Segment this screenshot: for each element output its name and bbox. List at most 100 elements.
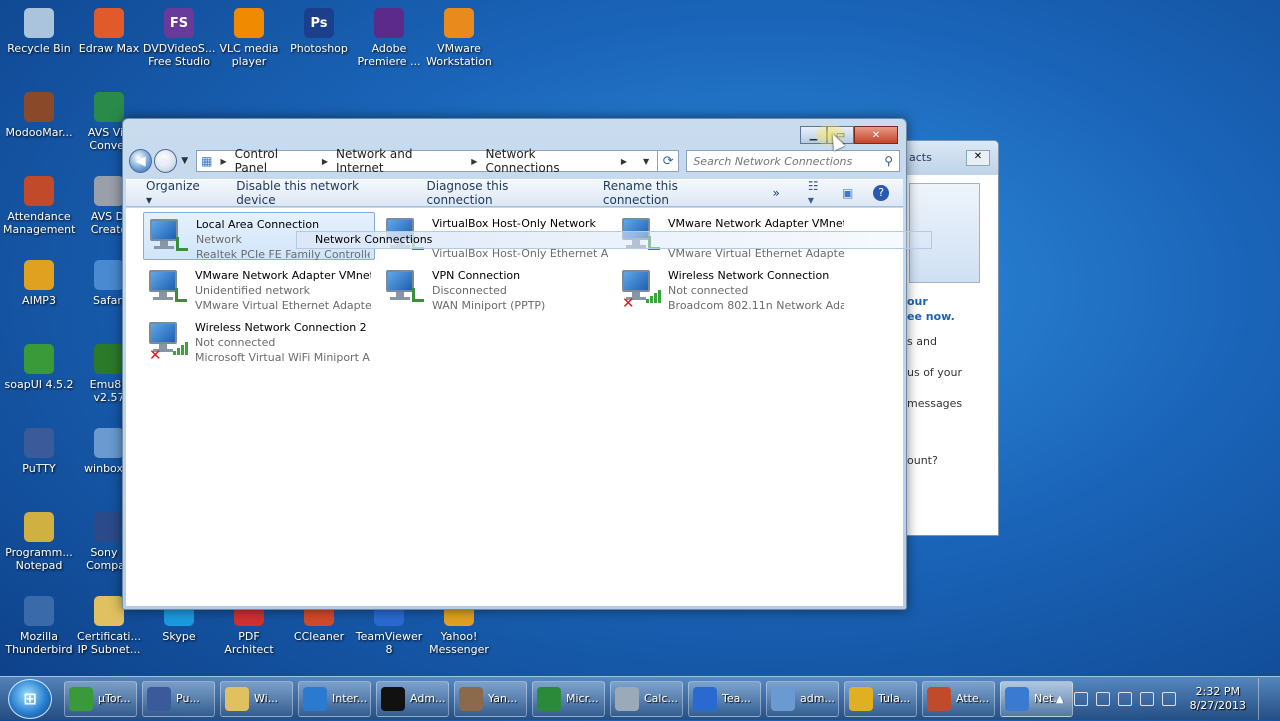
disable-device-button[interactable]: Disable this network device [236,179,398,207]
connection-item[interactable]: ✕ Wireless Network Connection Not connecte… [616,264,848,312]
refresh-button[interactable]: ⟳ [658,150,680,172]
taskbar-button[interactable]: Wi... [220,680,293,717]
rename-button[interactable]: Rename this connection [603,179,745,207]
clock-date: 8/27/2013 [1189,699,1246,712]
desktop-icon[interactable]: VMware Workstation [423,8,495,68]
desktop-icon-label: PDF Architect [224,630,274,656]
desktop-icon[interactable]: Adobe Premiere ... [353,8,425,68]
connection-status: Not connected [195,336,276,349]
taskbar-button[interactable]: µTor... [64,680,137,717]
chevron-right-icon[interactable]: ▶ [322,157,328,166]
chevron-down-icon[interactable]: ▼ [643,157,649,166]
desktop-icon[interactable]: soapUI 4.5.2 [3,344,75,391]
taskbar-button[interactable]: Micr... [532,680,605,717]
connection-device: Realtek PCIe FE Family Controller [196,248,370,261]
network-connections-window[interactable]: ▁ ▭ ✕ ◀ ▶ ▼ ▦ ▶ Control Panel ▶ Network … [122,118,907,610]
safari-icon [94,260,124,290]
tray-app-icon[interactable] [1073,692,1088,706]
desktop-icon[interactable]: ModooMar... [3,92,75,139]
background-window[interactable]: acts ✕ our ee now. s and us of your mess… [900,140,999,536]
putty-icon [147,686,171,711]
connection-name: VirtualBox Host-Only Network [432,217,596,230]
network-adapter-icon [148,217,190,257]
taskbar-button-label: Adm... [410,692,446,705]
connection-item[interactable]: ✕ Wireless Network Connection 2 Not connec… [143,316,375,364]
breadcrumb-item[interactable]: Network Connections [485,147,612,175]
action-center-flag-icon[interactable] [1161,692,1176,706]
desktop-icon[interactable]: Edraw Max [73,8,145,55]
tray-app-icon[interactable] [1095,692,1110,706]
desktop-icon[interactable]: AIMP3 [3,260,75,307]
close-button[interactable]: ✕ [854,126,898,144]
close-icon[interactable]: ✕ [966,150,990,166]
desktop-icon[interactable]: Recycle Bin [3,8,75,55]
attendance-icon [24,176,54,206]
desktop-icon-label: Adobe Premiere ... [357,42,421,68]
bg-text-line: ee now. [907,310,955,323]
desktop-icon[interactable]: VLC media player [213,8,285,68]
desktop-icon[interactable]: Mozilla Thunderbird [3,596,75,656]
network-tray-icon[interactable] [1117,692,1132,706]
taskbar-button[interactable]: adm... [766,680,839,717]
taskbar-button[interactable]: Tula... [844,680,917,717]
soapui-icon [24,344,54,374]
connection-item[interactable]: VMware Network Adapter VMnet8 Unidentifie… [143,264,375,312]
taskbar-button[interactable]: Tea... [688,680,761,717]
desktop-icon-label: TeamViewer 8 [355,630,423,656]
connection-device: VMware Virtual Ethernet Adapter ... [195,299,371,312]
search-box[interactable]: ⚲ [686,150,900,172]
avs-disc-icon [94,176,124,206]
recent-pages-icon[interactable]: ▼ [181,156,188,166]
taskbar-button[interactable]: Pu... [142,680,215,717]
bg-text-line: us of your [907,366,963,379]
back-button[interactable]: ◀ [129,149,153,173]
vlc-icon [234,8,264,38]
taskbar-button-label: Tea... [722,692,751,705]
desktop-icon-label: DVDVideoS... Free Studio [143,42,216,68]
desktop-icon[interactable]: Programm... Notepad [3,512,75,572]
desktop-icon-label: Programm... Notepad [5,546,73,572]
connection-item[interactable]: VPN Connection Disconnected WAN Miniport (… [380,264,612,312]
show-hidden-icons-button[interactable]: ▲ [1056,694,1064,705]
volume-icon[interactable] [1139,692,1154,706]
desktop-icon-label: Certificati... IP Subnet... [77,630,141,656]
taskbar-button[interactable]: Adm... [376,680,449,717]
breadcrumb[interactable]: ▦ ▶ Control Panel ▶ Network and Internet… [196,147,659,175]
show-desktop-button[interactable] [1258,678,1272,720]
desktop-icon[interactable]: Attendance Management [3,176,75,236]
chevron-right-icon[interactable]: ▶ [621,157,627,166]
bg-text-line: our [907,295,928,308]
taskbar-button[interactable]: Atte... [922,680,995,717]
desktop-icon[interactable]: Ps Photoshop [283,8,355,55]
diagnose-button[interactable]: Diagnose this connection [427,179,575,207]
desktop-icon-label: ModooMar... [5,126,73,139]
taskbar-button[interactable]: Inter... [298,680,371,717]
view-options-icon[interactable]: ☷ ▾ [808,179,828,207]
desktop-icon[interactable]: FS DVDVideoS... Free Studio [143,8,215,68]
organize-menu[interactable]: Organize ▾ [146,179,208,207]
taskbar-button[interactable]: Yan... [454,680,527,717]
preview-pane-icon[interactable]: ▣ [842,186,853,200]
aimp-icon [24,260,54,290]
chevron-right-icon[interactable]: ▶ [471,157,477,166]
forward-button[interactable]: ▶ [154,149,178,173]
connection-status: Disconnected [432,284,507,297]
taskbar-button[interactable]: Calc... [610,680,683,717]
help-icon[interactable]: ? [873,185,889,201]
clock[interactable]: 2:32 PM 8/27/2013 [1190,685,1246,713]
desktop-icon[interactable]: PuTTY [3,428,75,475]
connection-device: Broadcom 802.11n Network Adap... [668,299,844,312]
connection-name: VPN Connection [432,269,521,282]
connection-name: Local Area Connection [196,218,320,231]
breadcrumb-item[interactable]: Control Panel [235,147,314,175]
breadcrumb-item[interactable]: Network and Internet [336,147,463,175]
start-button[interactable]: ⊞ [8,678,52,719]
chevron-right-icon[interactable]: ▶ [221,157,227,166]
more-commands-button[interactable]: » [773,186,780,200]
desktop-icon-label: VLC media player [219,42,279,68]
photoshop-icon: Ps [304,8,334,38]
search-icon[interactable]: ⚲ [884,154,893,168]
connection-device: Microsoft Virtual WiFi Miniport A... [195,351,371,364]
explorer-icon [225,686,249,711]
search-input[interactable] [693,154,885,168]
